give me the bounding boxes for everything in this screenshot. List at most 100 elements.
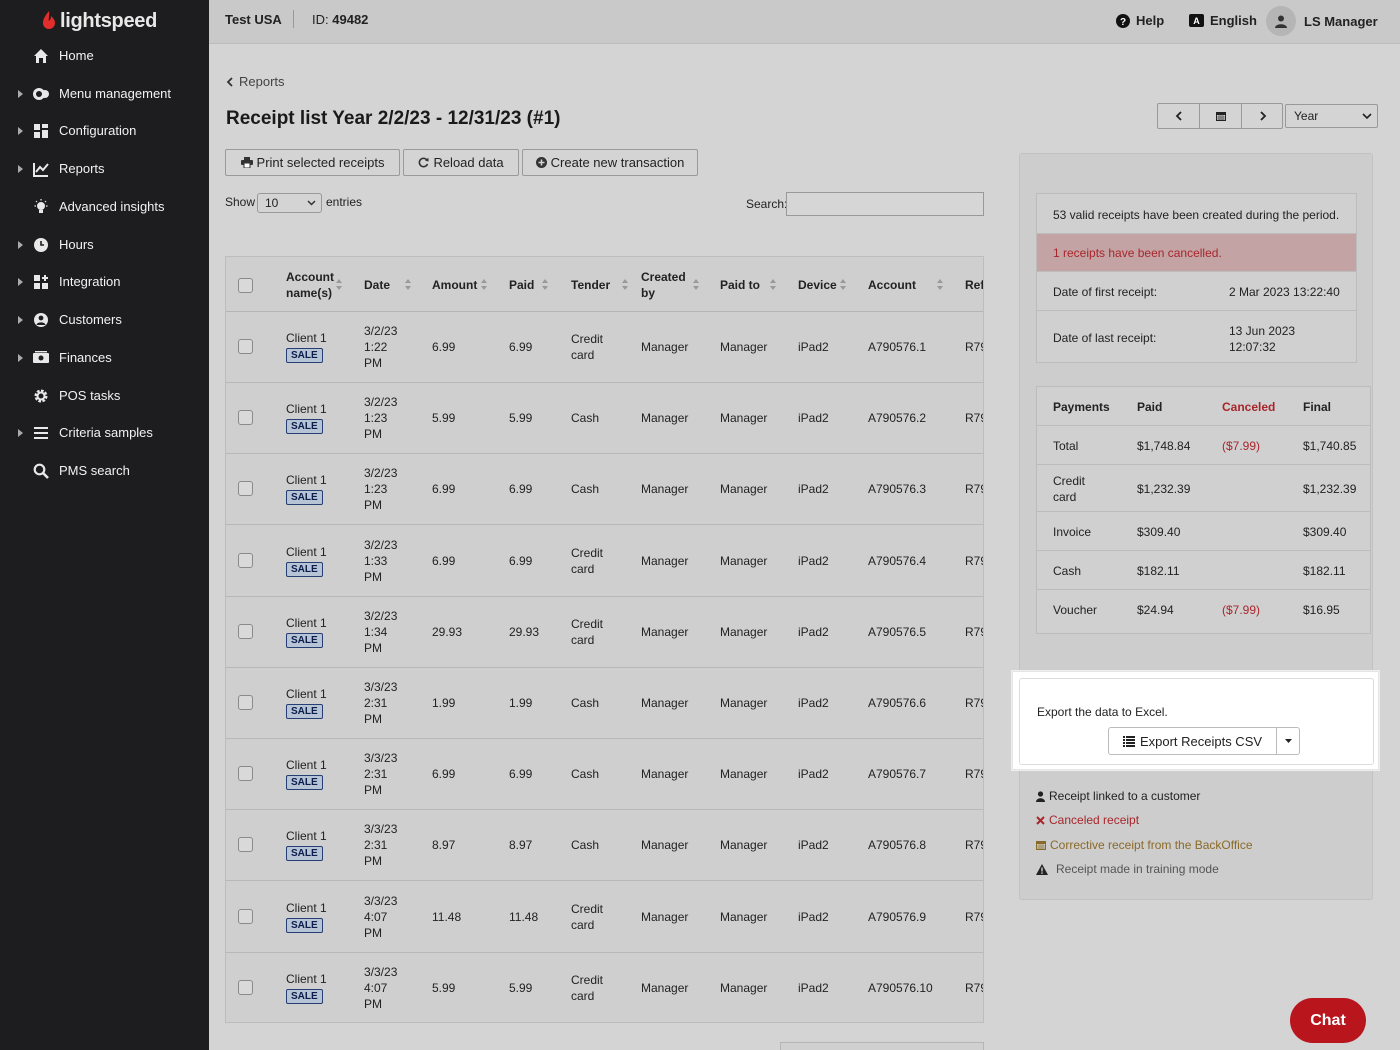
table-row[interactable]: Client 1 SALE 3/3/23 4:07 PM 5.99 5.99 Credit ca… [226,953,983,1022]
cell-date-time: 2:31 [364,696,388,710]
col-date[interactable]: Date [364,277,390,293]
sidebar-item-home[interactable]: Home [0,41,209,71]
row-checkbox[interactable] [238,552,253,568]
row-checkbox[interactable] [238,339,253,354]
col-account[interactable]: Account [868,277,916,293]
sort-icon[interactable] [770,279,776,291]
print-selected-button[interactable]: Print selected receipts [225,149,400,176]
cell-date-day: 3/2/23 [364,395,398,410]
cell-client[interactable]: Client 1 [286,544,327,560]
sort-icon[interactable] [542,279,548,291]
reload-data-button[interactable]: Reload data [403,149,519,176]
export-receipts-csv-label: Export Receipts CSV [1139,733,1263,749]
cell-client[interactable]: Client 1 [286,757,327,773]
table-row[interactable]: Client 1 SALE 3/3/23 2:31 PM 6.99 6.99 Cash Mana… [226,739,983,811]
table-row[interactable]: Client 1 SALE 3/3/23 4:07 PM 11.48 11.48 Credit… [226,882,983,953]
cell-client[interactable]: Client 1 [286,330,327,346]
row-checkbox[interactable] [238,481,253,497]
user-menu[interactable]: LS Manager [1266,6,1378,36]
cell-client[interactable]: Client 1 [286,615,327,631]
sidebar-item-finances[interactable]: Finances [0,343,209,373]
cell-client[interactable]: Client 1 [286,401,327,417]
cell-tender-line1: Credit [571,332,604,346]
sidebar-item-reports[interactable]: Reports [0,154,209,184]
row-checkbox[interactable] [238,766,253,782]
legend-corrective-label: Corrective receipt from the BackOffice [1050,838,1253,852]
sort-icon[interactable] [622,279,628,291]
row-checkbox[interactable] [238,979,253,995]
export-dropdown-toggle[interactable] [1277,728,1299,754]
sale-badge: SALE [286,632,323,648]
sidebar-item-pos-tasks[interactable]: POS tasks [0,381,209,411]
sidebar-item-pms-search[interactable]: PMS search [0,456,209,486]
sale-badge: SALE [286,704,323,719]
sort-icon[interactable] [693,279,699,291]
row-checkbox[interactable] [238,623,253,639]
previous-period-button[interactable] [1158,104,1200,128]
table-row[interactable]: Client 1 SALE 3/2/23 1:23 PM 6.99 6.99 Cash Mana… [226,454,983,526]
table-row[interactable]: Client 1 SALE 3/3/23 2:31 PM 1.99 1.99 Cash Mana… [226,668,983,739]
cell-ref: R79 [965,838,983,853]
table-row[interactable]: Client 1 SALE 3/3/23 2:31 PM 8.97 8.97 Cash Mana… [226,810,983,882]
col-tender[interactable]: Tender [571,277,610,293]
table-row[interactable]: Client 1 SALE 3/2/23 1:33 PM 6.99 6.99 Credit ca… [226,526,983,597]
summary-first-row: Date of first receipt: 2 Mar 2023 13:22:… [1037,272,1356,311]
back-link-reports[interactable]: Reports [226,74,285,89]
col-amount[interactable]: Amount [432,277,477,293]
row-checkbox[interactable] [238,837,253,853]
period-select[interactable]: Year [1285,104,1378,128]
table-row[interactable]: Client 1 SALE 3/2/23 1:22 PM 6.99 6.99 Credit ca… [226,312,983,383]
pagination[interactable] [780,1042,984,1050]
next-period-button[interactable] [1242,104,1284,128]
sidebar-item-criteria-samples[interactable]: Criteria samples [0,418,209,448]
create-transaction-button[interactable]: Create new transaction [522,149,698,176]
cell-amount: 6.99 [432,340,456,354]
legend-linked: Receipt linked to a customer [1036,789,1200,803]
cell-client[interactable]: Client 1 [286,900,327,916]
col-ref[interactable]: Ref [965,277,983,293]
sidebar-item-menu-management[interactable]: Menu management [0,79,209,109]
cell-created-by: Manager [641,340,689,354]
col-paid[interactable]: Paid [509,277,534,293]
payments-name: Total [1053,438,1078,454]
sort-icon[interactable] [481,279,487,291]
language-selector[interactable]: A English [1189,13,1257,28]
cell-paid-to: Manager [720,624,768,639]
cell-client[interactable]: Client 1 [286,472,327,488]
col-paid-to[interactable]: Paid to [720,277,760,293]
chevron-left-icon [1175,111,1182,121]
col-created-by[interactable]: Created by [641,269,686,301]
sidebar-item-label: Integration [59,274,121,289]
cell-tender: Cash [571,766,599,782]
row-checkbox[interactable] [238,908,253,924]
cell-client[interactable]: Client 1 [286,686,327,702]
sidebar-item-integration[interactable]: Integration [0,267,209,297]
col-device[interactable]: Device [798,277,837,293]
sidebar-item-hours[interactable]: Hours [0,230,209,260]
search-input[interactable] [786,192,984,216]
table-row[interactable]: Client 1 SALE 3/2/23 1:34 PM 29.93 29.93 Credit… [226,597,983,668]
sort-icon[interactable] [937,279,943,291]
select-all-checkbox[interactable] [238,278,253,293]
help-link[interactable]: ? Help [1116,13,1164,28]
cell-amount: 8.97 [432,838,456,853]
cell-paid: 5.99 [509,980,533,995]
sidebar-item-customers[interactable]: Customers [0,305,209,335]
sidebar-item-configuration[interactable]: Configuration [0,116,209,146]
row-checkbox[interactable] [238,410,253,426]
row-checkbox[interactable] [238,695,253,710]
export-receipts-csv-button[interactable]: Export Receipts CSV [1109,728,1277,754]
sort-icon[interactable] [405,279,411,291]
sort-icon[interactable] [336,279,342,291]
cell-tender-line2: card [571,632,595,647]
col-account-names[interactable]: Account name(s) [286,269,334,301]
chat-button[interactable]: Chat [1290,998,1366,1043]
cell-client[interactable]: Client 1 [286,828,327,844]
brand-logo[interactable]: lightspeed [42,8,157,34]
calendar-button[interactable] [1200,104,1242,128]
cell-client[interactable]: Client 1 [286,971,327,987]
table-row[interactable]: Client 1 SALE 3/2/23 1:23 PM 5.99 5.99 Cash Mana… [226,383,983,455]
sidebar-item-advanced-insights[interactable]: Advanced insights [0,192,209,222]
sort-icon[interactable] [840,279,846,291]
entries-per-page-select[interactable]: 10 [257,193,322,213]
